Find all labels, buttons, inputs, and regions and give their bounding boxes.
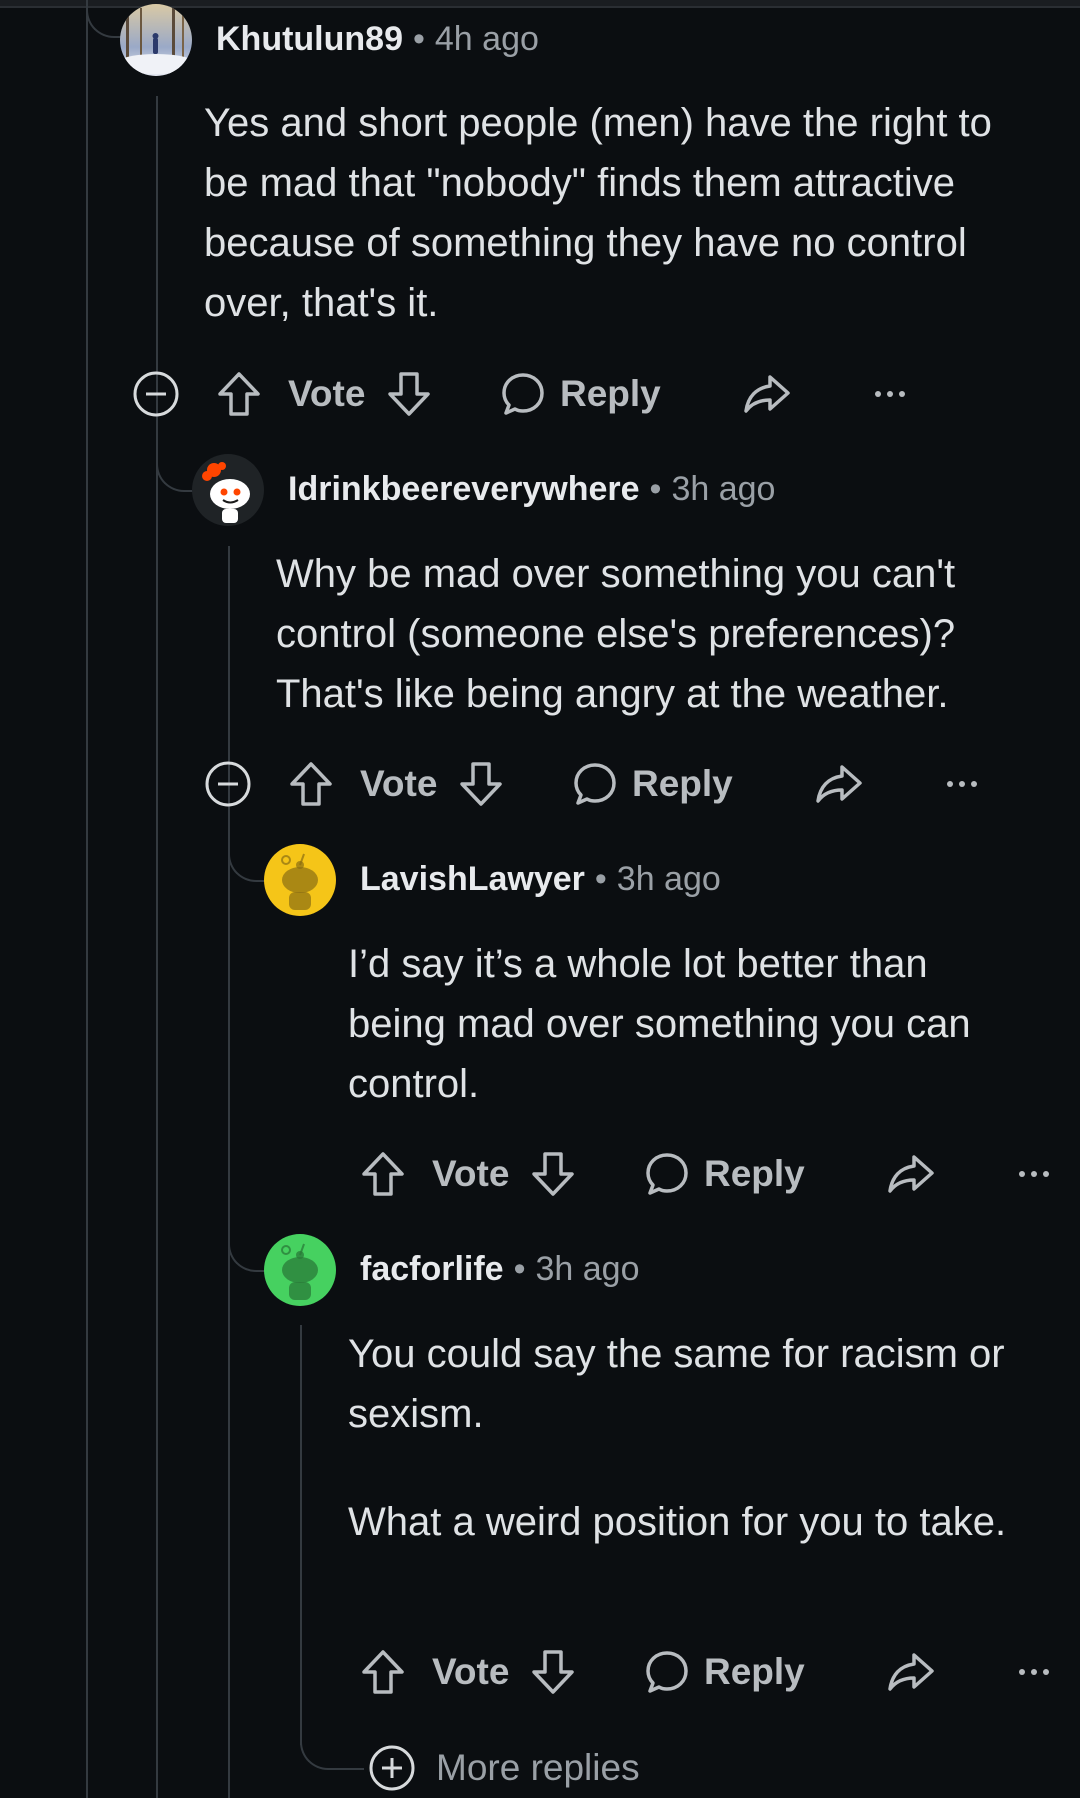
share-button[interactable] [886, 1144, 936, 1204]
comment-body: Why be mad over something you can't cont… [276, 544, 1036, 724]
downvote-button[interactable] [530, 1642, 576, 1702]
downvote-button[interactable] [530, 1144, 576, 1204]
upvote-button[interactable] [360, 1642, 406, 1702]
collapse-icon [205, 761, 251, 807]
username[interactable]: LavishLawyer [360, 860, 585, 898]
reply-button[interactable]: Reply [644, 1144, 805, 1204]
thread-connector [86, 0, 122, 38]
thread-connector [228, 830, 266, 882]
username[interactable]: facforlife [360, 1250, 504, 1288]
share-button[interactable] [742, 364, 792, 424]
thread-connector [300, 1700, 364, 1770]
downvote-icon [532, 1152, 574, 1196]
comment-meta: facforlife • 3h ago [360, 1250, 640, 1289]
share-icon [744, 375, 790, 413]
comment-meta: Idrinkbeereverywhere • 3h ago [288, 470, 775, 509]
comment-bubble-icon [502, 373, 544, 415]
avatar[interactable] [120, 4, 192, 76]
username[interactable]: Khutulun89 [216, 20, 403, 58]
upvote-icon [290, 762, 332, 806]
avatar[interactable] [264, 844, 336, 916]
vote-label: Vote [360, 763, 438, 804]
reply-label: Reply [704, 1153, 805, 1194]
share-button[interactable] [814, 754, 864, 814]
comment-body: You could say the same for racism or sex… [348, 1324, 1028, 1552]
upvote-icon [362, 1152, 404, 1196]
separator-dot: • [594, 860, 607, 898]
separator-dot: • [649, 470, 662, 508]
reply-button[interactable]: Reply [644, 1642, 805, 1702]
timestamp: 3h ago [671, 470, 776, 508]
more-options-icon[interactable] [1019, 1642, 1049, 1702]
upvote-button[interactable] [216, 364, 262, 424]
comment-meta: LavishLawyer • 3h ago [360, 860, 721, 899]
reply-button[interactable]: Reply [500, 364, 661, 424]
vote-label: Vote [432, 1153, 510, 1194]
timestamp: 3h ago [535, 1250, 640, 1288]
vote-label: Vote [288, 373, 366, 414]
vote-label: Vote [432, 1651, 510, 1692]
comment-text: Why be mad over something you can't cont… [276, 552, 956, 716]
share-icon [888, 1653, 934, 1691]
expand-icon [369, 1745, 415, 1791]
comment-text: You could say the same for racism or sex… [348, 1332, 1005, 1436]
comment-text: What a weird position for you to take. [348, 1500, 1007, 1544]
comment-bubble-icon [574, 763, 616, 805]
comment-actions: Vote Reply [0, 1144, 1080, 1204]
more-replies-label: More replies [436, 1747, 640, 1788]
upvote-icon [218, 372, 260, 416]
downvote-icon [388, 372, 430, 416]
separator-dot: • [513, 1250, 526, 1288]
comment-bubble-icon [646, 1651, 688, 1693]
avatar[interactable] [192, 454, 264, 526]
share-icon [816, 765, 862, 803]
more-options-icon[interactable] [947, 754, 977, 814]
share-icon [888, 1155, 934, 1193]
comment-actions: Vote Reply [0, 754, 1080, 814]
upvote-button[interactable] [360, 1144, 406, 1204]
separator-dot: • [412, 20, 425, 58]
share-button[interactable] [886, 1642, 936, 1702]
comment-bubble-icon [646, 1153, 688, 1195]
reply-label: Reply [704, 1651, 805, 1692]
comment-actions: Vote Reply [0, 364, 1080, 424]
thread-line-root [86, 0, 88, 1798]
reply-label: Reply [632, 763, 733, 804]
comment-actions: Vote Reply [0, 1642, 1080, 1702]
reply-label: Reply [560, 373, 661, 414]
upvote-button[interactable] [288, 754, 334, 814]
collapse-icon [133, 371, 179, 417]
reply-button[interactable]: Reply [572, 754, 733, 814]
downvote-button[interactable] [458, 754, 504, 814]
more-options-icon[interactable] [875, 364, 905, 424]
comment-meta: Khutulun89 • 4h ago [216, 20, 539, 59]
username[interactable]: Idrinkbeereverywhere [288, 470, 640, 508]
upvote-icon [362, 1650, 404, 1694]
thread-connector [156, 440, 194, 492]
comment-body: Yes and short people (men) have the righ… [204, 93, 1024, 333]
more-replies-button[interactable]: More replies [368, 1744, 640, 1792]
collapse-button[interactable] [132, 364, 180, 424]
thread-connector [228, 1220, 266, 1272]
comment-text: I’d say it’s a whole lot better than bei… [348, 942, 971, 1106]
collapse-button[interactable] [204, 754, 252, 814]
timestamp: 4h ago [434, 20, 539, 58]
comment-body: I’d say it’s a whole lot better than bei… [348, 934, 1028, 1114]
downvote-icon [460, 762, 502, 806]
downvote-icon [532, 1650, 574, 1694]
timestamp: 3h ago [616, 860, 721, 898]
thread-line-khutulun [156, 96, 158, 1798]
downvote-button[interactable] [386, 364, 432, 424]
avatar[interactable] [264, 1234, 336, 1306]
more-options-icon[interactable] [1019, 1144, 1049, 1204]
comment-text: Yes and short people (men) have the righ… [204, 101, 992, 325]
